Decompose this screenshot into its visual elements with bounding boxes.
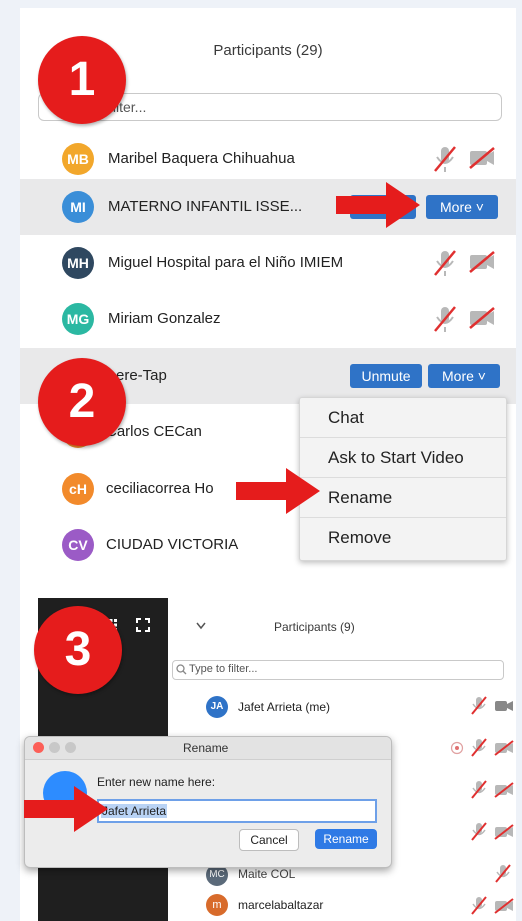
video-off-icon[interactable] (468, 306, 496, 330)
more-button[interactable]: More ˅ (428, 364, 500, 388)
menu-item-remove[interactable]: Remove (300, 518, 506, 558)
participant-name: Carlos CECan (106, 423, 202, 440)
avatar: JA (206, 696, 228, 718)
video-off-icon[interactable] (468, 250, 496, 274)
avatar: CV (62, 529, 94, 561)
dialog-titlebar: Rename (25, 737, 391, 760)
red-arrow-icon (336, 182, 420, 228)
participant-row-hover[interactable]: MI MATERNO INFANTIL ISSE... More ˅ (20, 179, 516, 235)
menu-item-rename[interactable]: Rename (300, 478, 506, 518)
cancel-button[interactable]: Cancel (239, 829, 299, 851)
video-icon[interactable] (494, 698, 514, 714)
participants-title: Participants (9) (274, 620, 355, 634)
participant-name: Miguel Hospital para el Niño IMIEM (108, 254, 344, 271)
participant-name: Maribel Baquera Chihuahua (108, 150, 295, 167)
minimize-window-button[interactable] (49, 742, 60, 753)
chevron-down-icon[interactable] (196, 622, 206, 630)
avatar: m (206, 894, 228, 916)
participant-name: ere-Tap (116, 367, 167, 384)
mic-muted-icon[interactable] (494, 864, 512, 884)
rename-prompt: Enter new name here: (97, 775, 216, 789)
close-window-button[interactable] (33, 742, 44, 753)
filter-input[interactable]: Type to filter... (172, 660, 504, 680)
mic-muted-icon[interactable] (470, 738, 488, 758)
avatar: cH (62, 473, 94, 505)
zoom-window-button[interactable] (65, 742, 76, 753)
participant-name: marcelabaltazar (238, 898, 324, 912)
menu-item-chat[interactable]: Chat (300, 398, 506, 438)
participant-name: MATERNO INFANTIL ISSE... (108, 198, 303, 215)
menu-item-ask-to-start-video[interactable]: Ask to Start Video (300, 438, 506, 478)
new-name-value: Jafet Arrieta (101, 804, 168, 818)
video-off-icon[interactable] (494, 740, 514, 756)
avatar: MG (62, 303, 94, 335)
mic-muted-icon[interactable] (470, 696, 488, 716)
mic-muted-icon[interactable] (470, 822, 488, 842)
new-name-input[interactable]: Jafet Arrieta (97, 799, 377, 823)
avatar: MH (62, 247, 94, 279)
video-off-icon[interactable] (494, 782, 514, 798)
more-label: More (440, 199, 472, 215)
participant-name: ceciliacorrea Ho (106, 480, 214, 497)
record-icon (450, 741, 464, 755)
participant-name: Maite COL (238, 867, 296, 881)
video-off-icon[interactable] (494, 898, 514, 914)
rename-confirm-button[interactable]: Rename (315, 829, 377, 849)
participant-context-menu: Chat Ask to Start Video Rename Remove (299, 397, 507, 561)
avatar: MI (62, 191, 94, 223)
participant-row[interactable]: MH Miguel Hospital para el Niño IMIEM (20, 235, 516, 291)
step-2-badge: 2 (38, 358, 126, 446)
avatar: MB (62, 143, 94, 175)
participant-name: CIUDAD VICTORIA (106, 536, 239, 553)
more-button[interactable]: More ˅ (426, 195, 498, 219)
mic-muted-icon[interactable] (432, 249, 458, 277)
mic-muted-icon[interactable] (470, 780, 488, 800)
search-icon (176, 664, 187, 675)
participant-name: Jafet Arrieta (me) (238, 700, 331, 714)
red-arrow-icon (236, 468, 320, 514)
video-off-icon[interactable] (468, 146, 496, 170)
filter-placeholder: Type to filter... (189, 663, 258, 675)
mic-muted-icon[interactable] (470, 896, 488, 916)
dialog-title: Rename (183, 741, 229, 755)
mic-muted-icon[interactable] (432, 305, 458, 333)
video-off-icon[interactable] (494, 824, 514, 840)
red-arrow-icon (24, 786, 108, 832)
fullscreen-icon[interactable] (136, 618, 150, 632)
participant-row[interactable]: MG Miriam Gonzalez (20, 291, 516, 347)
more-label: More (442, 368, 474, 384)
unmute-button[interactable]: Unmute (350, 364, 422, 388)
step-3-badge: 3 (34, 606, 122, 694)
mic-muted-icon[interactable] (432, 145, 458, 173)
step-1-badge: 1 (38, 36, 126, 124)
participant-name: Miriam Gonzalez (108, 310, 221, 327)
